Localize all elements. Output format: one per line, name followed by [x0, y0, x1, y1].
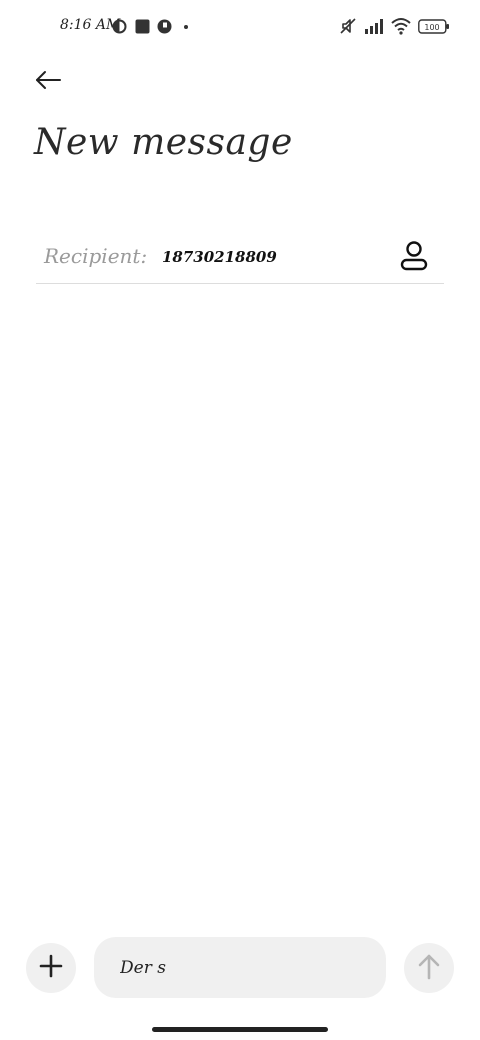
recipient-label: Recipient:: [44, 244, 148, 268]
arrow-up-icon: [417, 952, 441, 984]
app-notification-icon: [157, 19, 172, 38]
back-button[interactable]: [28, 62, 68, 102]
signal-icon: [364, 16, 386, 40]
stop-square-icon: [135, 19, 150, 38]
page-title: New message: [34, 122, 293, 163]
add-attachment-button[interactable]: [26, 943, 76, 993]
message-box[interactable]: [94, 937, 386, 998]
person-icon: [399, 240, 429, 276]
dot-icon: [184, 25, 188, 29]
recipient-input[interactable]: [162, 242, 382, 272]
recipient-row: Recipient:: [36, 232, 444, 284]
battery-icon: 100: [418, 19, 450, 39]
send-button[interactable]: [404, 943, 454, 993]
wifi-icon: [390, 16, 412, 40]
arrow-left-icon: [34, 70, 62, 94]
plus-icon: [39, 954, 63, 982]
select-contact-button[interactable]: [394, 238, 434, 278]
message-input[interactable]: [120, 953, 370, 983]
app-notification-icon: [112, 19, 127, 38]
status-bar: 8:16 AM 100: [0, 0, 480, 56]
battery-level: 100: [424, 23, 439, 32]
home-indicator[interactable]: [152, 1027, 328, 1032]
new-message-screen: 8:16 AM 100 New message Recipient: 18730…: [0, 0, 480, 1040]
muted-icon: [338, 16, 358, 40]
